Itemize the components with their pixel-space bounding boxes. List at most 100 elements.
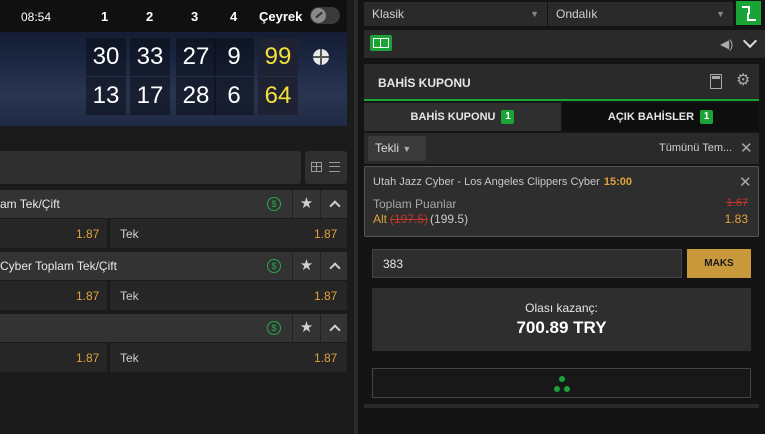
- remove-bet-icon[interactable]: ✕: [739, 173, 752, 191]
- odds-button[interactable]: Tek 1.87: [110, 219, 347, 248]
- grid-view-icon[interactable]: [311, 162, 322, 172]
- quarter-4-header: 4: [230, 9, 238, 24]
- away-q3-score: 28: [176, 77, 216, 115]
- pitch-tracker-icon[interactable]: [370, 35, 392, 51]
- quarter-2-header: 2: [146, 9, 154, 24]
- potential-win-value: 700.89 TRY: [516, 318, 607, 337]
- collapse-chevron-icon[interactable]: [320, 314, 347, 342]
- bet-mode-bar: Tekli ▼ Tümünü Tem... ✕: [364, 133, 759, 164]
- home-q2-score: 33: [130, 38, 170, 76]
- market-header[interactable]: $ ★: [0, 314, 347, 342]
- odds-label: Tek: [120, 227, 139, 241]
- quarter-1-header: 1: [101, 9, 109, 24]
- view-select[interactable]: Klasik ▼: [364, 2, 547, 26]
- basketball-icon: [313, 49, 329, 65]
- home-total-score: 99: [258, 38, 298, 76]
- scoreboard: 08:54 1 2 3 4 Çeyrek 30 33 27 9 99 13 17…: [0, 0, 347, 126]
- quarter-label: Çeyrek: [259, 9, 303, 24]
- bet-old-line: (197.5): [390, 212, 429, 226]
- market-odds-row: 1.87 Tek 1.87: [0, 219, 347, 248]
- odds-value: 1.87: [314, 289, 338, 303]
- collapse-chevron-icon[interactable]: [320, 252, 347, 280]
- quarter-3-header: 3: [191, 9, 199, 24]
- bet-old-odd: 1.67: [726, 197, 748, 209]
- odds-value: 1.87: [76, 351, 100, 365]
- tab-open-bets[interactable]: AÇIK BAHİSLER 1: [562, 103, 759, 131]
- betslip-header: BAHİS KUPONU ⚙: [364, 64, 759, 101]
- bet-match-time: 15:00: [603, 176, 632, 188]
- gear-icon[interactable]: ⚙: [736, 73, 750, 89]
- home-q4-score: 9: [214, 38, 254, 76]
- odds-value: 1.87: [76, 289, 100, 303]
- dropdown-caret-icon: ▼: [716, 9, 725, 19]
- close-icon[interactable]: ✕: [740, 139, 753, 157]
- expand-icon[interactable]: [736, 1, 761, 25]
- volume-icon[interactable]: ◀): [720, 37, 734, 51]
- tab-open-bets-label: AÇIK BAHİSLER: [607, 111, 695, 123]
- favorite-star-icon[interactable]: ★: [292, 190, 320, 218]
- odds-format-value: Ondalık: [556, 7, 598, 21]
- clear-all-link[interactable]: Tümünü Tem...: [659, 142, 732, 154]
- odds-button[interactable]: Tek 1.87: [110, 343, 347, 372]
- dropdown-caret-icon: ▼: [402, 144, 412, 154]
- tab-betslip-label: BAHİS KUPONU: [410, 111, 496, 123]
- odds-value: 1.87: [314, 227, 338, 241]
- away-q1-score: 13: [86, 77, 126, 115]
- cashout-dollar-icon: $: [267, 259, 281, 273]
- game-clock: 08:54: [21, 10, 52, 24]
- market-search-bar[interactable]: [0, 151, 301, 184]
- odds-button[interactable]: 1.87: [0, 219, 107, 248]
- tab-betslip[interactable]: BAHİS KUPONU 1: [364, 103, 561, 131]
- bet-mode-select[interactable]: Tekli ▼: [368, 136, 426, 161]
- bet-match-name: Utah Jazz Cyber - Los Angeles Clippers C…: [373, 176, 600, 188]
- share-button[interactable]: [372, 368, 751, 398]
- share-icon: [554, 376, 570, 392]
- list-view-icon[interactable]: [329, 162, 340, 172]
- max-stake-button[interactable]: MAKS: [687, 249, 751, 278]
- cashout-dollar-icon: $: [267, 321, 281, 335]
- odds-format-select[interactable]: Ondalık ▼: [548, 2, 733, 26]
- odds-button[interactable]: 1.87: [0, 281, 107, 310]
- event-pane: 08:54 1 2 3 4 Çeyrek 30 33 27 9 99 13 17…: [0, 0, 356, 434]
- favorite-star-icon[interactable]: ★: [292, 314, 320, 342]
- odds-value: 1.87: [76, 227, 100, 241]
- scoreboard-header: 08:54 1 2 3 4 Çeyrek: [0, 0, 347, 32]
- stake-input[interactable]: [372, 249, 682, 278]
- betslip-pane: Klasik ▼ Ondalık ▼ ◀) BAHİS KUPONU ⚙ BAH…: [358, 0, 765, 434]
- market-title: am Tek/Çift: [0, 197, 60, 211]
- market-header[interactable]: Cyber Toplam Tek/Çift $ ★: [0, 252, 347, 280]
- bet-selection: Alt (197.5) (199.5): [373, 212, 468, 226]
- odds-label: Tek: [120, 289, 139, 303]
- betslip-count-badge: 1: [501, 110, 515, 125]
- odds-button[interactable]: Tek 1.87: [110, 281, 347, 310]
- potential-win-box: Olası kazanç: 700.89 TRY: [372, 288, 751, 351]
- market-odds-row: 1.87 Tek 1.87: [0, 281, 347, 310]
- dropdown-caret-icon: ▼: [530, 9, 539, 19]
- potential-win-label: Olası kazanç:: [525, 301, 598, 315]
- media-bar: ◀): [364, 30, 765, 58]
- quarter-toggle[interactable]: [310, 7, 340, 24]
- away-total-score: 64: [258, 77, 298, 115]
- chevron-down-icon[interactable]: [742, 33, 758, 49]
- bet-mode-value: Tekli: [375, 141, 400, 155]
- bet-market: Toplam Puanlar: [373, 197, 457, 211]
- market-title: Cyber Toplam Tek/Çift: [0, 259, 117, 273]
- view-toggle-group: [305, 151, 347, 184]
- market-header[interactable]: am Tek/Çift $ ★: [0, 190, 347, 218]
- away-q4-score: 6: [214, 77, 254, 115]
- odds-value: 1.87: [314, 351, 338, 365]
- home-q3-score: 27: [176, 38, 216, 76]
- bet-new-line: (199.5): [430, 212, 469, 226]
- calculator-icon[interactable]: [710, 74, 722, 89]
- home-q1-score: 30: [86, 38, 126, 76]
- collapse-chevron-icon[interactable]: [320, 190, 347, 218]
- odds-button[interactable]: 1.87: [0, 343, 107, 372]
- bet-selection-card: Utah Jazz Cyber - Los Angeles Clippers C…: [364, 166, 759, 237]
- open-bets-count-badge: 1: [700, 110, 714, 125]
- betslip-footer: [364, 404, 759, 408]
- bet-selection-name: Alt: [373, 212, 388, 226]
- favorite-star-icon[interactable]: ★: [292, 252, 320, 280]
- away-q2-score: 17: [130, 77, 170, 115]
- cashout-dollar-icon: $: [267, 197, 281, 211]
- odds-label: Tek: [120, 351, 139, 365]
